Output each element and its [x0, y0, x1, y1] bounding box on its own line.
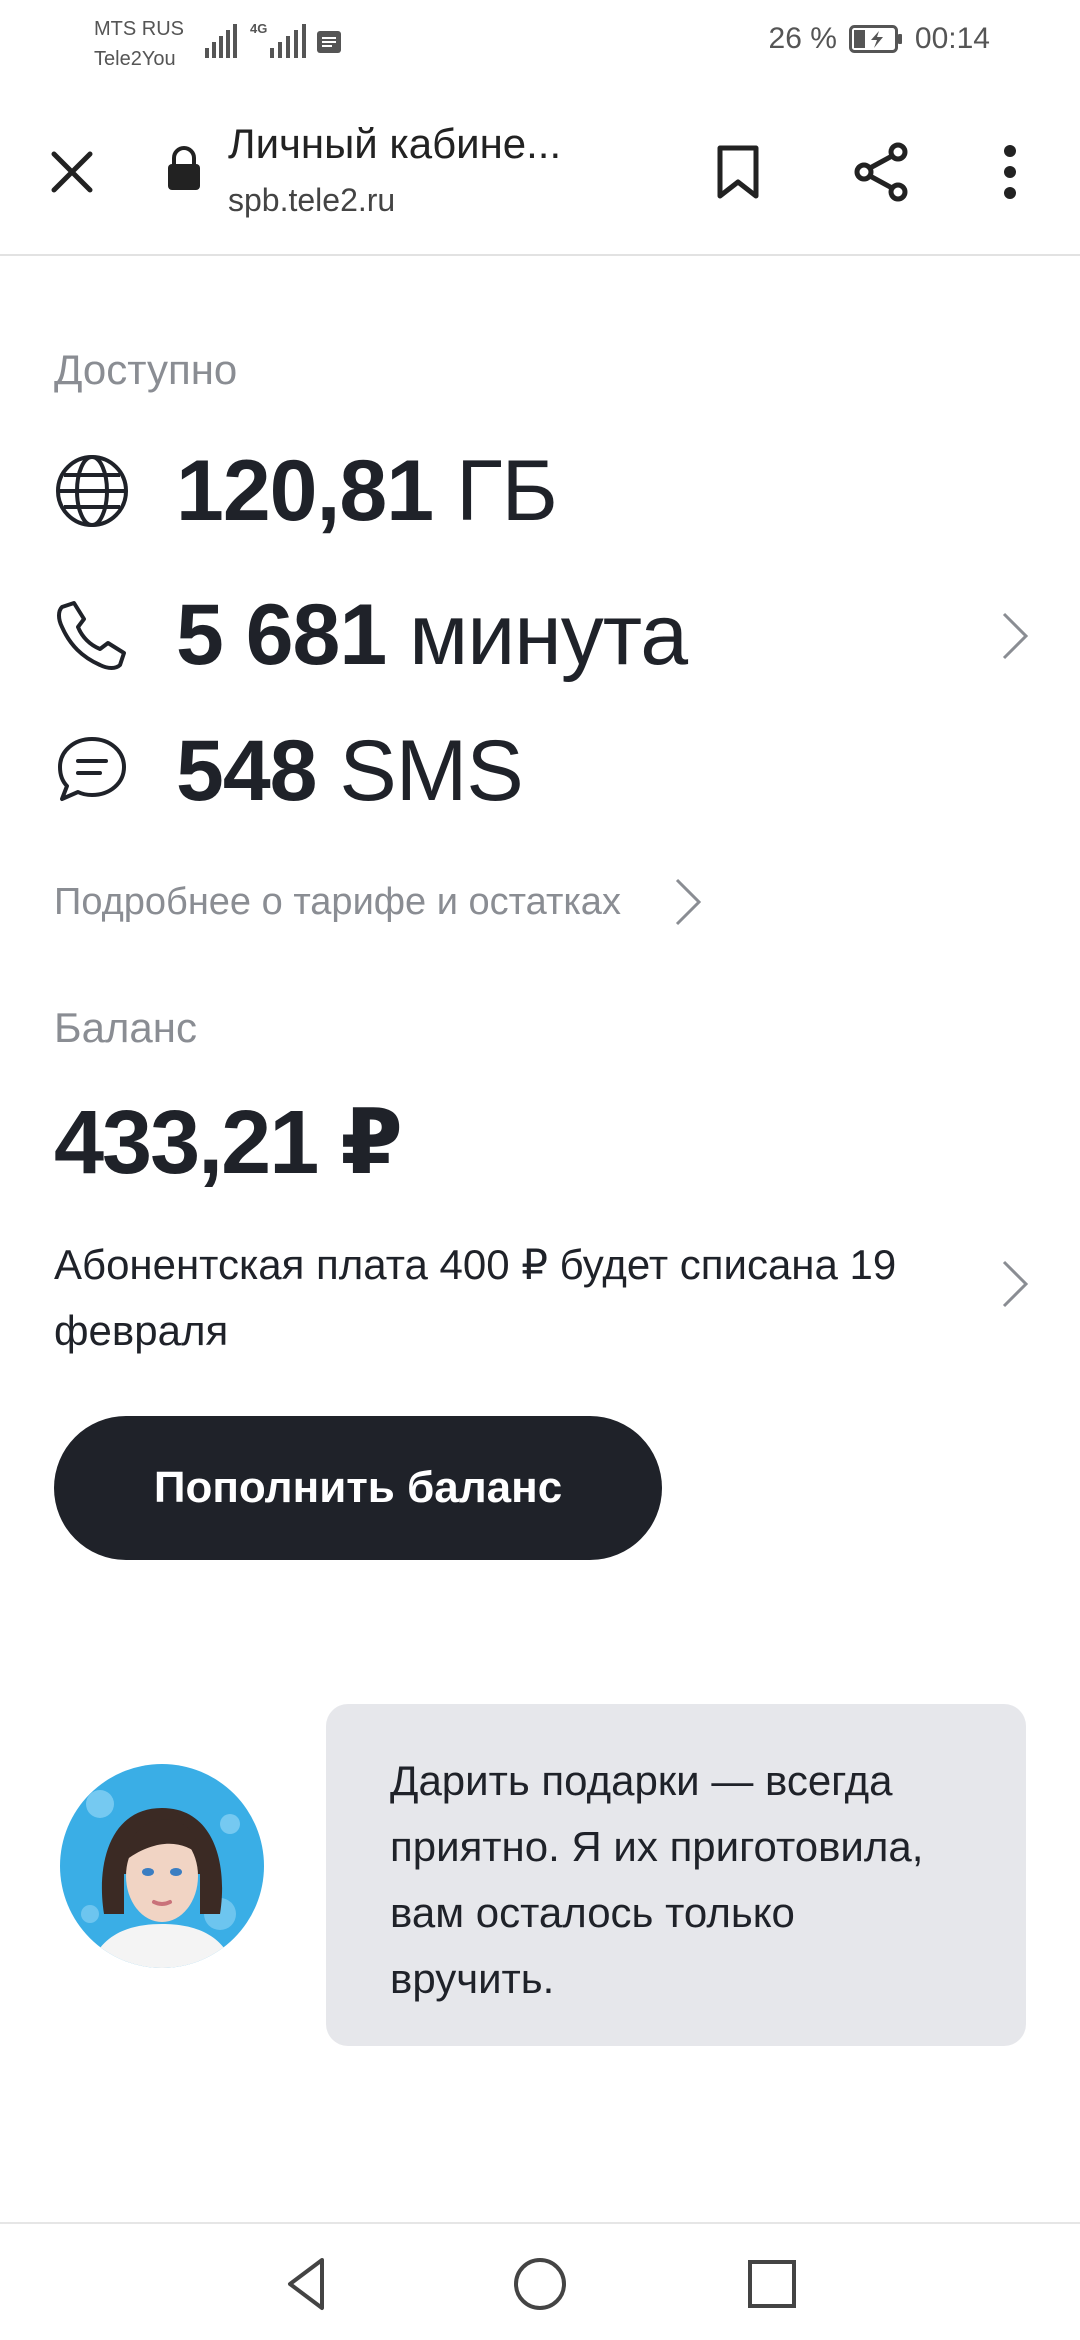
data-remaining-text: 120,81 ГБ [176, 442, 558, 541]
clock: 00:14 [914, 22, 990, 55]
page: MTS RUS Tele2You 4G 26 % 00:14 Личный ка… [0, 0, 1080, 2340]
bookmark-icon [717, 145, 759, 199]
sms-remaining-row: 548 SMS [54, 716, 1044, 826]
balance-amount: 433,21 ₽ [54, 1093, 403, 1193]
overflow-menu-button[interactable] [990, 134, 1030, 210]
battery-charging-icon [848, 25, 902, 53]
status-right: 26 % 00:14 [769, 22, 990, 56]
share-icon [854, 142, 908, 202]
back-icon[interactable] [276, 2252, 340, 2316]
sms-remaining-text: 548 SMS [176, 722, 524, 821]
chat-bubble-icon [54, 733, 130, 809]
minutes-value: 5 681 [176, 586, 387, 683]
signal-icon-2 [270, 24, 306, 58]
tariff-details-label: Подробнее о тарифе и остатках [54, 880, 621, 923]
carrier-2: Tele2You [94, 48, 176, 70]
status-bar: MTS RUS Tele2You 4G 26 % 00:14 [0, 0, 1080, 90]
message-notification-icon [317, 31, 341, 53]
globe-icon [54, 453, 130, 529]
close-icon [51, 151, 93, 193]
carrier-labels: MTS RUS Tele2You [94, 14, 184, 74]
home-icon[interactable] [508, 2252, 572, 2316]
more-vertical-icon [1004, 145, 1016, 199]
minutes-unit: минута [409, 586, 688, 683]
available-label: Доступно [54, 346, 238, 393]
page-url[interactable]: spb.tele2.ru [228, 182, 395, 219]
battery-percent: 26 % [768, 22, 837, 55]
signal-icon [205, 24, 237, 58]
chevron-right-icon [675, 878, 702, 926]
minutes-remaining-text: 5 681 минута [176, 586, 688, 685]
chevron-right-icon [1002, 1260, 1029, 1308]
assistant-message-bubble: Дарить подарки — всегда приятно. Я их пр… [326, 1704, 1026, 2046]
subscription-fee-row[interactable]: Абонентская плата 400 ₽ будет списана 19… [54, 1232, 1044, 1372]
system-navigation-bar [0, 2222, 1080, 2340]
network-type: 4G [250, 21, 268, 36]
minutes-remaining-row[interactable]: 5 681 минута [54, 580, 1044, 690]
subscription-fee-text: Абонентская плата 400 ₽ будет списана 19… [54, 1241, 897, 1354]
phone-icon [54, 597, 130, 673]
lock-icon [168, 146, 200, 190]
sms-value: 548 [176, 722, 317, 819]
page-title: Личный кабине... [228, 120, 562, 167]
browser-toolbar: Личный кабине... spb.tele2.ru [0, 90, 1080, 256]
data-remaining-row: 120,81 ГБ [54, 436, 1044, 546]
balance-label: Баланс [54, 1004, 197, 1051]
bookmark-button[interactable] [706, 134, 770, 210]
tariff-details-link[interactable]: Подробнее о тарифе и остатках [54, 872, 754, 932]
chevron-right-icon [1002, 612, 1029, 660]
share-button[interactable] [846, 134, 918, 210]
data-value: 120,81 [176, 442, 434, 539]
assistant-message-text: Дарить подарки — всегда приятно. Я их пр… [390, 1757, 924, 2002]
close-tab-button[interactable] [40, 140, 104, 204]
carrier-1: MTS RUS [94, 18, 184, 40]
top-up-balance-button[interactable]: Пополнить баланс [54, 1416, 662, 1560]
recent-apps-icon[interactable] [740, 2252, 804, 2316]
data-unit: ГБ [455, 442, 558, 539]
sms-unit: SMS [339, 722, 523, 819]
assistant-avatar[interactable] [60, 1764, 264, 1968]
